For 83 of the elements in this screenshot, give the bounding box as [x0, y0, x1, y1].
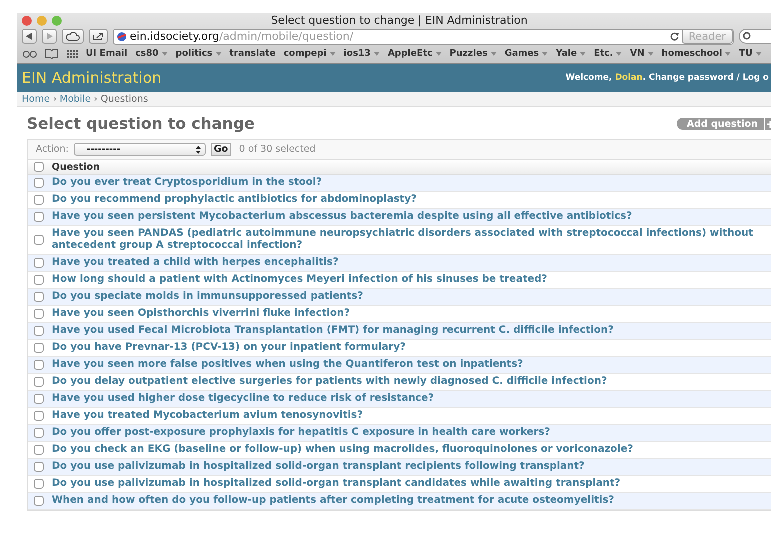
- bookmark-item[interactable]: ios13: [344, 49, 380, 59]
- row-checkbox[interactable]: [34, 235, 44, 245]
- row-checkbox[interactable]: [34, 360, 44, 370]
- search-field[interactable]: [739, 29, 771, 44]
- minimize-button[interactable]: [37, 16, 47, 26]
- question-link[interactable]: Do you recommend prophylactic antibiotics for abdominoplasty?: [52, 194, 423, 206]
- question-link[interactable]: Do you have Prevnar-13 (PCV-13) on your inpatient formulary?: [52, 342, 412, 354]
- book-icon[interactable]: [45, 49, 59, 59]
- left-triangle-icon: [26, 33, 33, 40]
- question-link[interactable]: Do you delay outpatient elective surgeries for patients with newly diagnosed C. difficile infection?: [52, 376, 614, 388]
- selection-count: 0 of 30 selected: [239, 144, 316, 155]
- breadcrumb-current: Questions: [100, 94, 148, 104]
- bookmark-item[interactable]: Games: [504, 49, 548, 59]
- bookmark-item[interactable]: compepi: [284, 49, 336, 59]
- row-checkbox[interactable]: [34, 428, 44, 438]
- row-checkbox[interactable]: [34, 343, 44, 353]
- globe-icon: [117, 32, 127, 42]
- bookmark-item[interactable]: homeschool: [662, 49, 732, 59]
- row-checkbox[interactable]: [34, 258, 44, 268]
- updown-arrows-icon: [196, 146, 201, 154]
- site-title: EIN Administration: [22, 69, 162, 87]
- question-link[interactable]: Do you check an EKG (baseline or follow-up) when using macrolides, fluoroquinolones or voriconazole?: [52, 444, 640, 456]
- close-button[interactable]: [22, 16, 32, 26]
- row-checkbox[interactable]: [34, 292, 44, 302]
- back-button[interactable]: [22, 29, 37, 44]
- row-checkbox[interactable]: [34, 195, 44, 205]
- cloud-icon: [66, 32, 80, 41]
- bookmark-item[interactable]: cs80: [136, 49, 168, 59]
- welcome-text: Welcome,: [566, 73, 614, 83]
- zoom-button[interactable]: [52, 16, 62, 26]
- row-checkbox[interactable]: [34, 411, 44, 421]
- row-checkbox[interactable]: [34, 462, 44, 472]
- bookmark-item[interactable]: politics: [176, 49, 222, 59]
- row-checkbox[interactable]: [34, 309, 44, 319]
- question-link[interactable]: Have you treated Mycobacterium avium tenosynovitis?: [52, 410, 370, 422]
- search-icon: [743, 32, 752, 41]
- reload-icon[interactable]: [670, 32, 679, 41]
- row-checkbox[interactable]: [34, 445, 44, 455]
- header-link[interactable]: Log o: [742, 73, 769, 83]
- row-checkbox[interactable]: [34, 394, 44, 404]
- bookmark-item[interactable]: translate: [230, 49, 276, 59]
- bookmark-item[interactable]: AppleEtc: [388, 49, 442, 59]
- separator-text: /: [736, 73, 741, 83]
- address-field[interactable]: ein.idsociety.org/admin/mobile/question/ Reader: [113, 28, 734, 44]
- add-question-button[interactable]: Add question: [676, 118, 771, 130]
- question-link[interactable]: Have you seen Opisthorchis viverrini fluke infection?: [52, 308, 356, 320]
- row-checkbox[interactable]: [34, 377, 44, 387]
- column-title: Question: [52, 162, 100, 172]
- question-link[interactable]: How long should a patient with Actinomyces Meyeri infection of his sinuses be treated?: [52, 274, 554, 286]
- action-select[interactable]: ---------: [74, 143, 206, 156]
- grid-icon[interactable]: [67, 50, 78, 58]
- row-checkbox[interactable]: [34, 275, 44, 285]
- breadcrumb-link[interactable]: Mobile: [60, 94, 92, 104]
- share-icon: [93, 32, 104, 41]
- row-checkbox[interactable]: [34, 178, 44, 188]
- bookmark-item[interactable]: Yale: [556, 49, 586, 59]
- forward-button[interactable]: [42, 29, 57, 44]
- bookmark-item[interactable]: VN: [630, 49, 654, 59]
- header-link[interactable]: Change password: [649, 73, 734, 83]
- bookmark-item[interactable]: Etc.: [594, 49, 622, 59]
- row-checkbox[interactable]: [34, 496, 44, 506]
- separator-text: ›: [53, 94, 57, 104]
- question-link[interactable]: Have you seen PANDAS (pediatric autoimmune neuropsychiatric disorders associated with streptococcal infections) without antecedent group A streptococcal infection?: [52, 228, 771, 252]
- bookmark-item[interactable]: UI Email: [86, 49, 128, 59]
- share-button[interactable]: [89, 29, 108, 44]
- page-heading: Select question to change: [27, 115, 255, 133]
- row-checkbox[interactable]: [34, 212, 44, 222]
- go-button[interactable]: Go: [210, 143, 232, 156]
- action-label: Action:: [36, 144, 69, 155]
- icloud-button[interactable]: [62, 29, 84, 44]
- punctuation-text: .: [642, 73, 648, 83]
- reading-list-icon[interactable]: [23, 50, 37, 58]
- window-title: Select question to change | EIN Administration: [270, 14, 529, 27]
- row-checkbox[interactable]: [34, 326, 44, 336]
- separator-text: ›: [94, 94, 98, 104]
- row-checkbox[interactable]: [34, 479, 44, 489]
- select-all-checkbox[interactable]: [34, 162, 44, 172]
- bookmark-item[interactable]: TU: [739, 49, 762, 59]
- right-triangle-icon: [46, 33, 53, 40]
- bookmark-item[interactable]: Puzzles: [450, 49, 497, 59]
- question-link[interactable]: Do you use palivizumab in hospitalized solid-organ transplant candidates while awaiting transplant?: [52, 478, 627, 490]
- breadcrumb-link[interactable]: Home: [22, 94, 50, 104]
- user-name: Dolan: [615, 73, 643, 83]
